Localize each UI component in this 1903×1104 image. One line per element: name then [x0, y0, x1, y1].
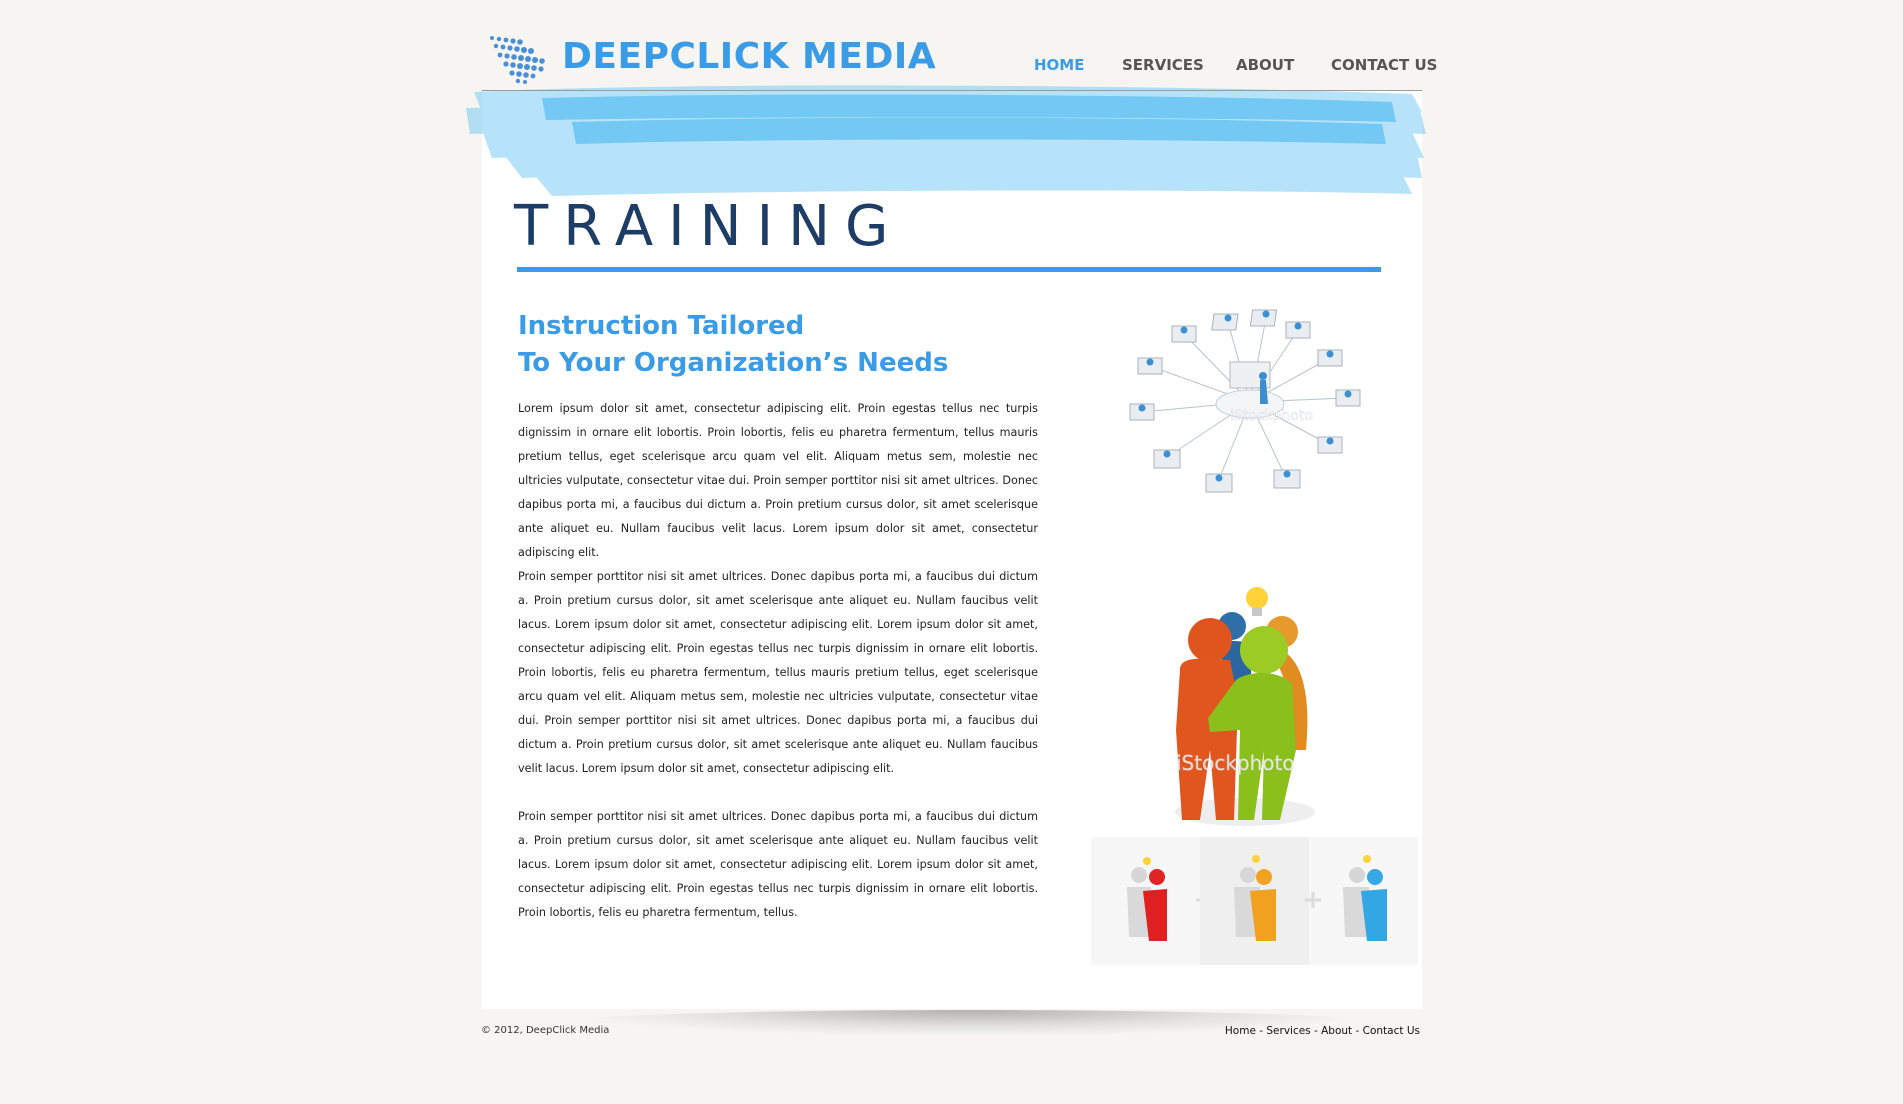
color-variants-strip: + + [1091, 837, 1418, 965]
team-watermark: iStockphoto [1176, 751, 1295, 775]
subheading-line-2: To Your Organization’s Needs [518, 348, 949, 378]
network-watermark: iStockphoto [1230, 408, 1313, 424]
footer-link-about[interactable]: About [1321, 1025, 1352, 1037]
page-title: TRAINING [514, 194, 904, 259]
nav-home[interactable]: HOME [1034, 56, 1084, 74]
page: DEEPCLICK MEDIA HOME SERVICES ABOUT CONT… [0, 0, 1903, 1104]
subheading: Instruction Tailored To Your Organizatio… [518, 308, 1078, 382]
header-divider [482, 90, 1422, 91]
footer-link-home[interactable]: Home [1225, 1025, 1256, 1037]
body-paragraph-2: Proin semper porttitor nisi sit amet ult… [518, 570, 1038, 775]
variant-blue [1309, 837, 1418, 965]
brand-name: DEEPCLICK MEDIA [562, 36, 937, 77]
team-huddle-lightbulb-icon: iStockphoto [1175, 587, 1315, 826]
nav-about[interactable]: ABOUT [1236, 56, 1294, 74]
footer-separator: - [1352, 1025, 1363, 1037]
footer-link-services[interactable]: Services [1266, 1025, 1310, 1037]
nav-contact-us[interactable]: CONTACT US [1331, 56, 1437, 74]
subheading-line-1: Instruction Tailored [518, 311, 805, 341]
body-paragraph-1: Lorem ipsum dolor sit amet, consectetur … [518, 402, 1038, 559]
footer-nav: Home - Services - About - Contact Us [1150, 1025, 1420, 1037]
brand-logo[interactable]: DEEPCLICK MEDIA [486, 34, 936, 84]
dot-grid-logo-icon [490, 36, 545, 84]
variant-orange [1200, 837, 1309, 965]
nav-services[interactable]: SERVICES [1122, 56, 1204, 74]
header-banner [466, 85, 1426, 196]
network-workstations-icon: iStockphoto [1129, 309, 1361, 493]
footer-link-contact-us[interactable]: Contact Us [1363, 1025, 1420, 1037]
team-red-icon [1127, 857, 1167, 941]
team-orange-icon [1234, 855, 1276, 941]
footer-separator: - [1255, 1025, 1267, 1037]
footer-separator: - [1310, 1025, 1322, 1037]
title-underline [517, 267, 1381, 272]
variant-red [1091, 837, 1200, 965]
footer-copyright: © 2012, DeepClick Media [481, 1025, 610, 1036]
team-blue-icon [1343, 855, 1387, 941]
body-paragraph-3: Proin semper porttitor nisi sit amet ult… [518, 810, 1038, 919]
